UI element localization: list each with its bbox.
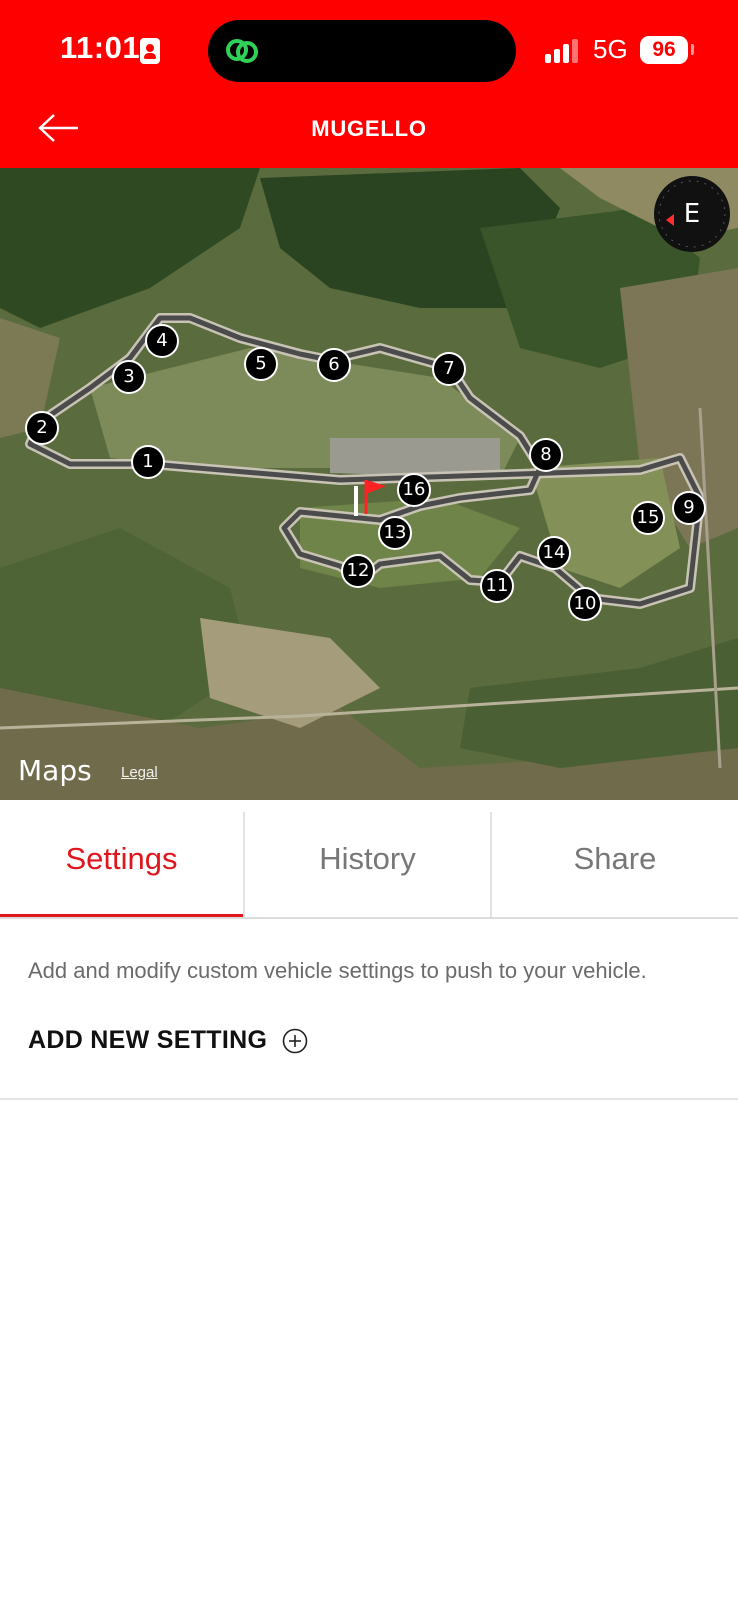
turn-marker[interactable]: 13 (378, 516, 412, 550)
cellular-signal-icon (545, 37, 585, 63)
turn-marker[interactable]: 7 (432, 352, 466, 386)
plus-circle-icon (282, 1028, 307, 1053)
maps-attribution: Maps (18, 754, 92, 787)
app-header: 11:01 5G 96 MUGELLO (0, 0, 738, 168)
turn-marker[interactable]: 1 (131, 445, 165, 479)
add-new-setting-button[interactable]: ADD NEW SETTING (28, 1026, 308, 1062)
turn-marker[interactable]: 2 (25, 411, 59, 445)
track-map[interactable]: 1 2 3 4 5 6 7 8 9 10 11 12 13 14 15 16 E… (0, 168, 738, 800)
tab-share[interactable]: Share (492, 800, 738, 917)
settings-description: Add and modify custom vehicle settings t… (28, 958, 647, 983)
battery-indicator: 96 (640, 36, 688, 64)
turn-marker[interactable]: 9 (672, 491, 706, 525)
battery-nub (691, 44, 694, 55)
turn-marker[interactable]: 3 (112, 360, 146, 394)
turn-marker[interactable]: 6 (317, 348, 351, 382)
turn-marker[interactable]: 4 (145, 324, 179, 358)
compass-button[interactable]: E (654, 176, 730, 252)
turn-marker[interactable]: 10 (568, 587, 602, 621)
tab-divider (490, 812, 492, 917)
network-type: 5G (593, 34, 628, 64)
maps-legal-link[interactable]: Legal (121, 764, 158, 781)
link-icon (226, 39, 258, 63)
active-tab-indicator (0, 914, 243, 917)
add-new-setting-label: ADD NEW SETTING (28, 1026, 268, 1054)
contact-card-icon (140, 38, 160, 64)
page-title: MUGELLO (311, 116, 427, 141)
tab-divider (243, 812, 245, 917)
section-divider (0, 1098, 738, 1100)
turn-marker[interactable]: 12 (341, 554, 375, 588)
status-time: 11:01 (60, 30, 141, 65)
tab-settings[interactable]: Settings (0, 800, 243, 917)
tab-bar: Settings History Share (0, 800, 738, 919)
turn-marker[interactable]: 16 (397, 473, 431, 507)
turn-marker[interactable]: 15 (631, 501, 665, 535)
satellite-image (0, 168, 738, 800)
tab-history[interactable]: History (245, 800, 490, 917)
turn-marker[interactable]: 8 (529, 438, 563, 472)
turn-marker[interactable]: 11 (480, 569, 514, 603)
dynamic-island (208, 20, 516, 82)
turn-marker[interactable]: 5 (244, 347, 278, 381)
compass-direction: E (683, 199, 701, 229)
turn-marker[interactable]: 14 (537, 536, 571, 570)
